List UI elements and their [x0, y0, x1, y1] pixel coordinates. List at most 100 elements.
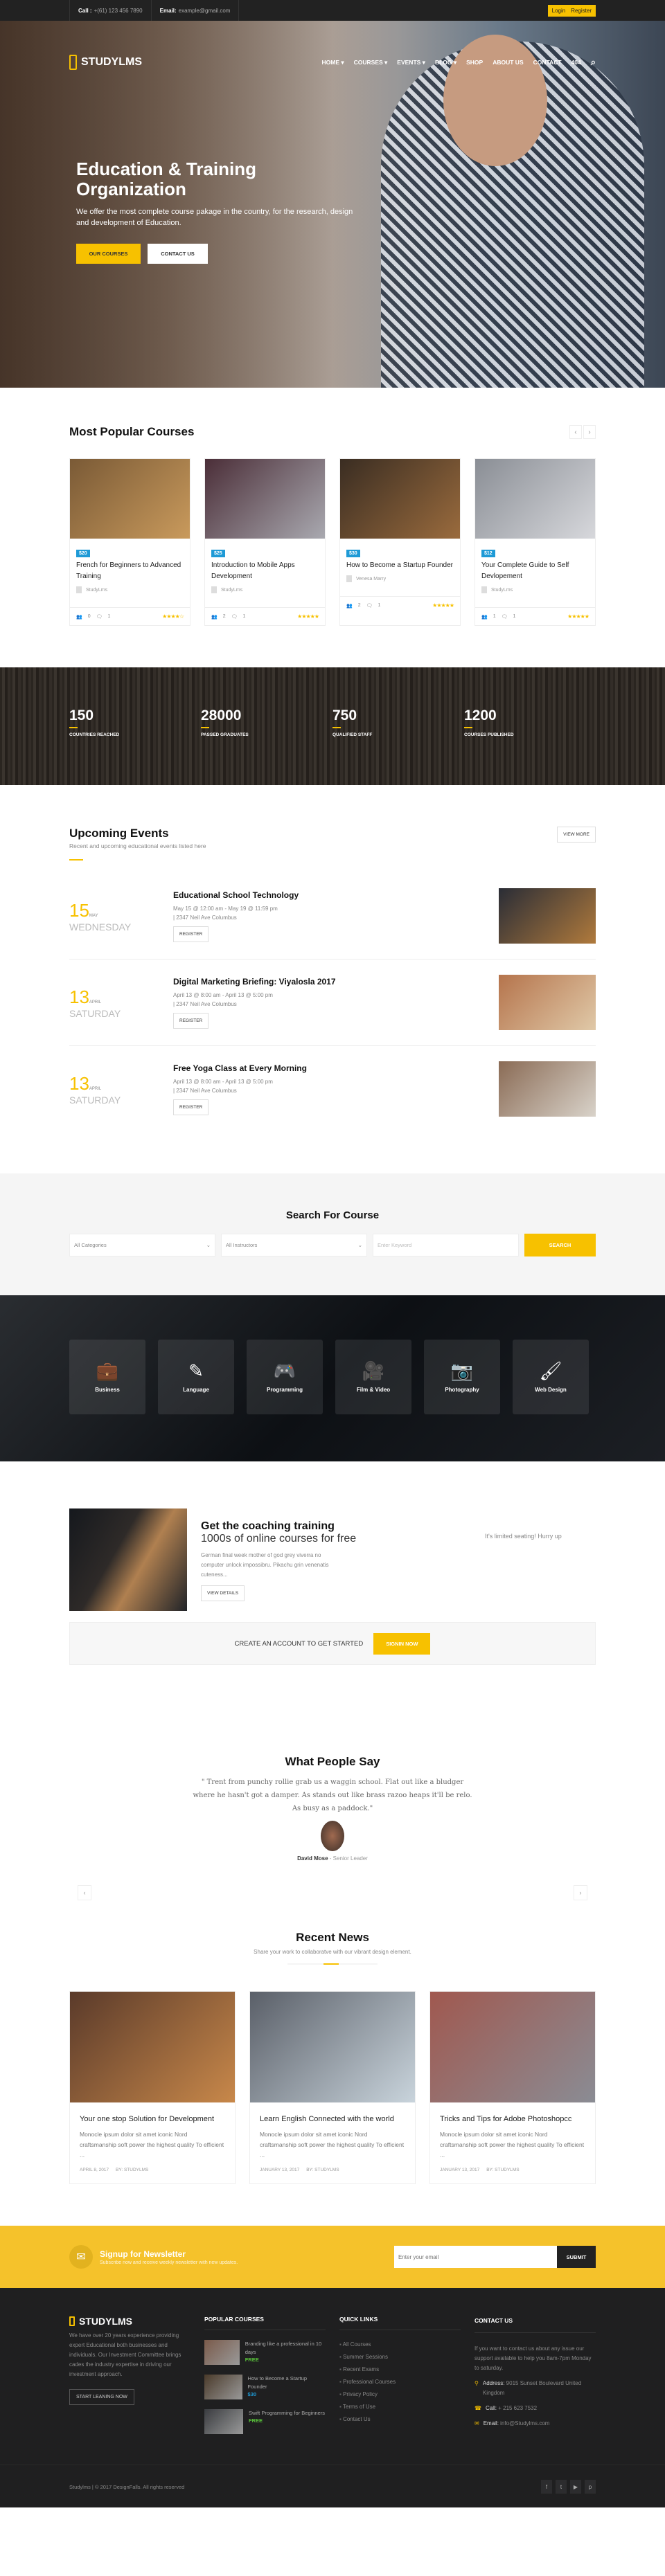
avatar: [346, 575, 352, 582]
view-more-button[interactable]: VIEW MORE: [557, 827, 596, 843]
category-select[interactable]: All Categories ⌄: [69, 1234, 215, 1257]
youtube-icon[interactable]: ▶: [570, 2480, 581, 2494]
event-title[interactable]: Free Yoga Class at Every Morning: [173, 1063, 499, 1073]
event-title[interactable]: Digital Marketing Briefing: Viyalosla 20…: [173, 977, 499, 987]
course-title[interactable]: How to Become a Startup Founder: [346, 560, 454, 571]
map-pin-icon: ⚲: [475, 2380, 479, 2386]
event-meta: April 13 @ 8:00 am - April 13 @ 5:00 pm |…: [173, 991, 499, 1009]
event-title[interactable]: Educational School Technology: [173, 890, 499, 900]
price-badge: $25: [211, 550, 225, 557]
course-card[interactable]: $12 Your Complete Guide to Self Devlopeme…: [475, 458, 596, 626]
nav-item[interactable]: 404: [571, 59, 581, 66]
rating-stars: ★★★★★: [432, 602, 454, 609]
course-card[interactable]: $25 Introduction to Mobile Apps Developme…: [204, 458, 326, 626]
quick-link[interactable]: Terms of Use: [339, 2404, 461, 2410]
quick-link[interactable]: Privacy Policy: [339, 2391, 461, 2397]
logo[interactable]: STUDYLMS: [69, 55, 142, 70]
testimonial-prev-button[interactable]: ‹: [78, 1885, 91, 1900]
register-link[interactable]: Register: [571, 8, 592, 14]
course-body: $20 French for Beginners to Advanced Trai…: [70, 539, 190, 599]
course-card[interactable]: $30 How to Become a Startup Founder Venesa…: [339, 458, 461, 626]
login-link[interactable]: Login: [552, 8, 566, 14]
nav-item[interactable]: SHOP: [466, 59, 483, 66]
course-title[interactable]: Your Complete Guide to Self Devlopement: [481, 560, 589, 582]
prev-arrow-button[interactable]: ‹: [569, 425, 582, 439]
our-courses-button[interactable]: OUR COURSES: [76, 244, 141, 264]
nav-item[interactable]: CONTACT: [533, 59, 562, 66]
gamepad-icon: 🎮: [273, 1360, 296, 1381]
instructor-select[interactable]: All Instructors ⌄: [221, 1234, 367, 1257]
email[interactable]: info@Studylms.com: [500, 2420, 549, 2426]
quick-link[interactable]: Recent Exams: [339, 2366, 461, 2372]
facebook-icon[interactable]: f: [541, 2480, 552, 2494]
counter-underline: [201, 727, 209, 728]
signin-now-button[interactable]: SIGNIN NOW: [373, 1632, 431, 1655]
footer-course-item[interactable]: Swift Programming for Beginners FREE: [204, 2409, 326, 2434]
call-info: Call : +(61) 123 456 7890: [69, 0, 152, 21]
footer-logo[interactable]: STUDYLMS: [69, 2316, 190, 2327]
nav-item[interactable]: COURSES ▾: [354, 59, 388, 66]
contact-us-button[interactable]: CONTACT US: [148, 244, 208, 264]
course-thumbnail: [204, 2340, 240, 2365]
counter-value: 1200: [464, 708, 497, 723]
category-tile[interactable]: 🎥 Film & Video: [335, 1340, 411, 1414]
register-button[interactable]: REGISTER: [173, 1012, 209, 1029]
submit-button[interactable]: SUBMIT: [557, 2246, 596, 2268]
news-title[interactable]: Learn English Connected with the world: [260, 2114, 405, 2125]
view-details-button[interactable]: VIEW DETAILS: [201, 1585, 245, 1601]
news-card[interactable]: Your one stop Solution for Development Mo…: [69, 1991, 236, 2184]
news-author: BY: STUDYLMS: [306, 2168, 339, 2172]
quick-link[interactable]: Contact Us: [339, 2416, 461, 2422]
start-learning-button[interactable]: START LEANING NOW: [69, 2389, 134, 2405]
nav-menu: HOME ▾ COURSES ▾ EVENTS ▾ BLOG ▾ SHOP ABOUT U…: [321, 57, 596, 68]
category-tile[interactable]: 🎮 Programming: [247, 1340, 323, 1414]
quick-link[interactable]: Summer Sessions: [339, 2354, 461, 2360]
hero-text: We offer the most complete course pakage…: [76, 208, 353, 227]
counter-value: 28000: [201, 708, 242, 723]
counter-label: COUNTRIES REACHED: [69, 732, 120, 737]
category-tile[interactable]: 📷 Photography: [424, 1340, 500, 1414]
nav-item[interactable]: HOME ▾: [321, 59, 344, 66]
brush-icon: 🖌: [539, 1360, 562, 1381]
category-label: Photography: [445, 1386, 479, 1393]
coaching-title: Get the coaching training: [201, 1520, 335, 1532]
nav-item[interactable]: EVENTS ▾: [397, 59, 425, 66]
search-button[interactable]: SEARCH: [524, 1234, 596, 1257]
twitter-icon[interactable]: t: [556, 2480, 567, 2494]
quick-link[interactable]: All Courses: [339, 2341, 461, 2348]
footer-course-item[interactable]: Branding like a professional in 10 days F…: [204, 2340, 326, 2365]
next-arrow-button[interactable]: ›: [583, 425, 596, 439]
keyword-input[interactable]: Enter Keyword: [373, 1234, 519, 1257]
category-tile[interactable]: ✎ Language: [158, 1340, 234, 1414]
event-image: [499, 975, 596, 1030]
newsletter-email-input[interactable]: [394, 2246, 557, 2268]
course-title[interactable]: Introduction to Mobile Apps Development: [211, 560, 319, 582]
course-title[interactable]: French for Beginners to Advanced Trainin…: [76, 560, 184, 582]
event-month: APRIL: [89, 1000, 102, 1005]
nav-item[interactable]: BLOG ▾: [435, 59, 456, 66]
register-button[interactable]: REGISTER: [173, 1099, 209, 1115]
course-card[interactable]: $20 French for Beginners to Advanced Trai…: [69, 458, 190, 626]
news-title[interactable]: Tricks and Tips for Adobe Photoshopcc: [440, 2114, 585, 2125]
search-icon[interactable]: ⌕: [591, 57, 596, 68]
nav-item[interactable]: ABOUT US: [493, 59, 523, 66]
mail-icon: ✉: [475, 2420, 479, 2426]
counter-underline: [464, 727, 472, 728]
category-tile[interactable]: 🖌 Web Design: [513, 1340, 589, 1414]
news-author: BY: STUDYLMS: [116, 2168, 149, 2172]
footer-course-item[interactable]: How to Become a Startup Founder $30: [204, 2375, 326, 2399]
news-card[interactable]: Learn English Connected with the world Mo…: [249, 1991, 416, 2184]
news-body: Learn English Connected with the world Mo…: [250, 2102, 415, 2183]
popular-courses-section: Most Popular Courses ‹ › $20 French for B…: [0, 388, 665, 667]
news-title[interactable]: Your one stop Solution for Development: [80, 2114, 225, 2125]
quick-link[interactable]: Professional Courses: [339, 2379, 461, 2385]
event-day: 13: [69, 1072, 89, 1094]
news-card[interactable]: Tricks and Tips for Adobe Photoshopcc Mon…: [429, 1991, 596, 2184]
category-tile[interactable]: 💼 Business: [69, 1340, 145, 1414]
counter-underline: [332, 727, 341, 728]
register-button[interactable]: REGISTER: [173, 926, 209, 942]
course-footer: 👥 0 🗨 1 ★★★★☆: [70, 607, 190, 625]
testimonial-next-button[interactable]: ›: [574, 1885, 587, 1900]
price-badge: $30: [346, 550, 360, 557]
pinterest-icon[interactable]: p: [585, 2480, 596, 2494]
